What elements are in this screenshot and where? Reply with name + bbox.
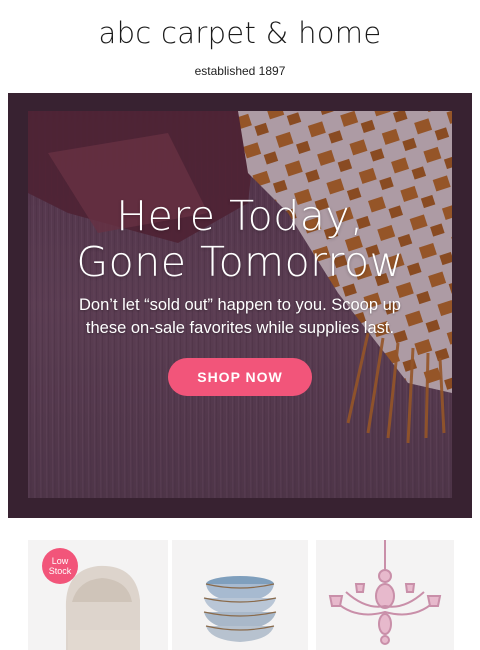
product-grid: Low Stock	[0, 540, 480, 650]
hero-subtext: Don’t let “sold out” happen to you. Scoo…	[48, 294, 432, 340]
hero-subtext-line2: these on-sale favorites while supplies l…	[85, 319, 395, 337]
hero-headline-line2: Gone Tomorrow	[76, 238, 404, 286]
chandelier-image	[328, 540, 442, 645]
hero-headline: Here Today, Gone Tomorrow	[8, 193, 472, 285]
brand-tagline: established 1897	[194, 64, 286, 78]
low-stock-badge: Low Stock	[42, 548, 78, 584]
hero-subtext-line1: Don’t let “sold out” happen to you. Scoo…	[79, 296, 401, 314]
hero-headline-line1: Here Today,	[116, 192, 364, 240]
brand-logo[interactable]: abc carpet & home	[0, 16, 480, 50]
product-card-chandelier[interactable]	[316, 540, 454, 650]
badge-line1: Low	[51, 556, 69, 566]
product-card-armchair[interactable]: Low Stock	[28, 540, 168, 650]
badge-line2: Stock	[48, 566, 72, 576]
product-card-bowls[interactable]	[172, 540, 308, 650]
bowls-image	[203, 576, 277, 642]
shop-now-button[interactable]: SHOP NOW	[168, 358, 312, 396]
hero-banner[interactable]: Here Today, Gone Tomorrow Don’t let “sol…	[8, 93, 472, 518]
